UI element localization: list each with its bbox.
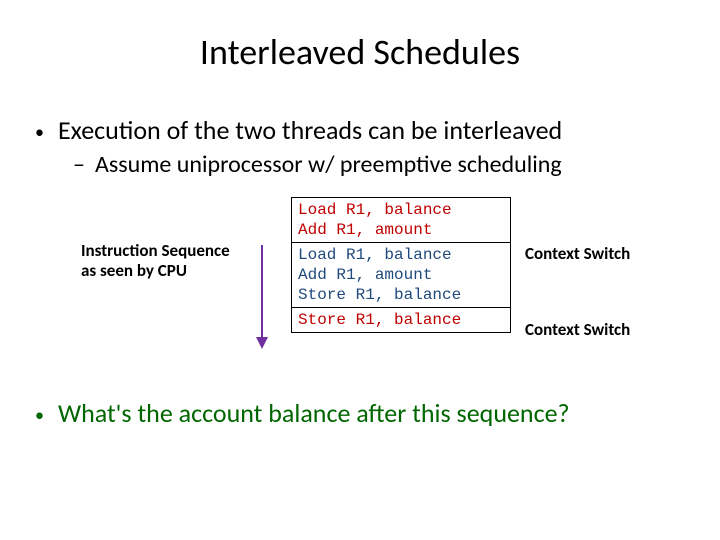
bullet-execution-text: Execution of the two threads can be inte… xyxy=(58,114,562,146)
context-switch-label-2: Context Switch xyxy=(525,319,630,340)
code-box-3: Store R1, balance xyxy=(291,307,511,333)
code-line: Load R1, balance xyxy=(298,245,504,265)
code-box-1: Load R1, balance Add R1, amount xyxy=(291,197,511,243)
sequence-arrow-icon xyxy=(261,245,268,349)
code-line: Add R1, amount xyxy=(298,265,504,285)
code-line: Store R1, balance xyxy=(298,285,504,305)
context-switch-label-1: Context Switch xyxy=(525,243,630,264)
bullet-question-text: What's the account balance after this se… xyxy=(58,397,570,429)
code-line: Load R1, balance xyxy=(298,200,504,220)
code-box-2: Load R1, balance Add R1, amount Store R1… xyxy=(291,242,511,308)
code-line: Add R1, amount xyxy=(298,220,504,240)
diagram: Instruction Sequence as seen by CPU Load… xyxy=(35,197,685,387)
bullet-execution: • Execution of the two threads can be in… xyxy=(35,114,685,146)
code-line: Store R1, balance xyxy=(298,310,504,330)
bullet-assume-text: Assume uniprocessor w/ preemptive schedu… xyxy=(95,150,562,179)
bullet-dot-icon: • xyxy=(35,404,44,426)
bullet-dot-icon: • xyxy=(35,121,44,143)
dash-icon: – xyxy=(73,150,85,179)
slide-title: Interleaved Schedules xyxy=(35,30,685,74)
bullet-question: • What's the account balance after this … xyxy=(35,397,685,429)
left-annotation: Instruction Sequence as seen by CPU xyxy=(81,241,241,282)
code-stack: Load R1, balance Add R1, amount Load R1,… xyxy=(291,197,511,333)
bullet-assume: – Assume uniprocessor w/ preemptive sche… xyxy=(73,150,685,179)
